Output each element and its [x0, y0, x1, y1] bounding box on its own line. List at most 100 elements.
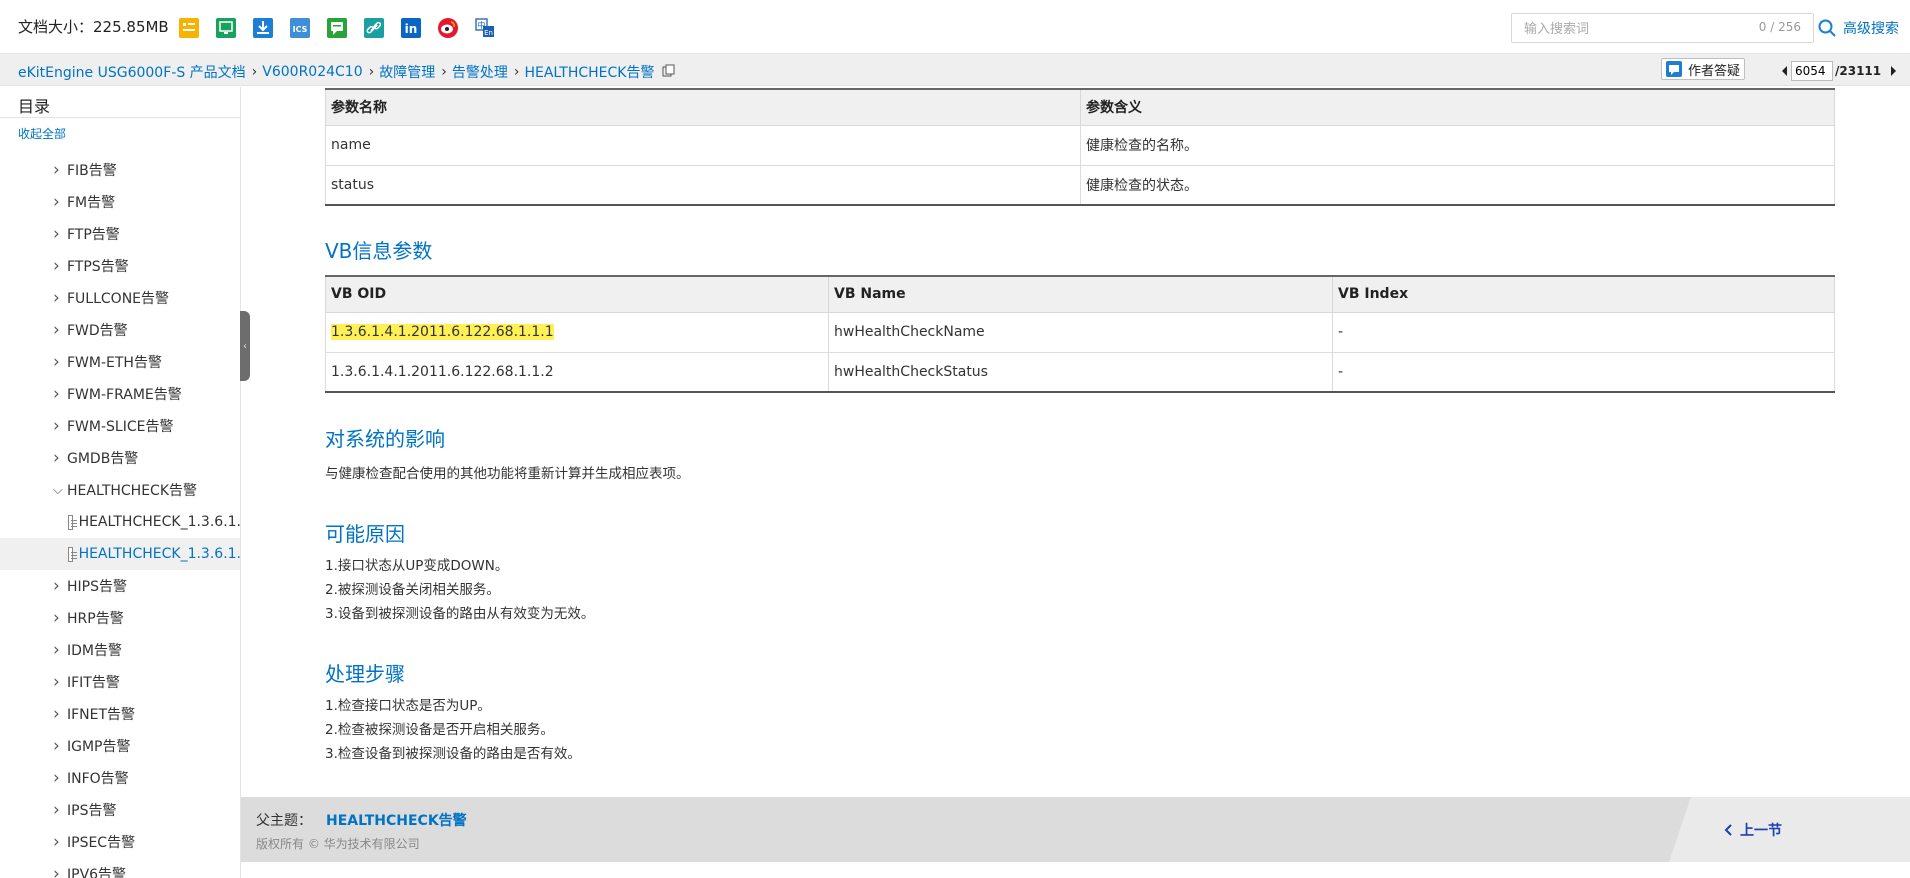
chevron-right-icon[interactable]: ›: [53, 320, 67, 340]
toc-item-label: FULLCONE告警: [67, 291, 170, 307]
toc-item-label: GMDB告警: [67, 451, 139, 467]
toc-item[interactable]: › HRP告警: [0, 602, 240, 634]
table-cell: -: [1332, 351, 1835, 393]
bookmark-icon[interactable]: [177, 16, 201, 40]
toc-item-label: IPSEC告警: [67, 835, 136, 851]
toc-item[interactable]: › FULLCONE告警: [0, 282, 240, 314]
toc-item[interactable]: › IFIT告警: [0, 666, 240, 698]
page-number-input[interactable]: [1791, 61, 1833, 81]
search-count: 0 / 256: [1758, 20, 1801, 34]
chevron-right-icon[interactable]: ›: [53, 288, 67, 308]
toc-item-label: FWM-SLICE告警: [67, 419, 174, 435]
list-item: 1.检查接口状态是否为UP。: [325, 698, 491, 714]
toc-item[interactable]: HEALTHCHECK_1.3.6.1.: [0, 506, 240, 538]
breadcrumb-item[interactable]: V600R024C10: [262, 64, 362, 80]
tool-icons: ICS in 中 En: [177, 16, 497, 40]
toc-item-label: IFIT告警: [67, 675, 120, 691]
advanced-search-link[interactable]: 高级搜索: [1843, 18, 1899, 38]
causes-list: 1.接口状态从UP变成DOWN。 2.被探测设备关闭相关服务。 3.设备到被探测…: [325, 554, 594, 626]
chevron-right-icon[interactable]: ›: [53, 576, 67, 596]
table-header-row: 参数名称 参数含义: [325, 88, 1835, 126]
toc-item[interactable]: › IPV6告警: [0, 858, 240, 878]
breadcrumb-item[interactable]: 告警处理: [452, 62, 508, 82]
toc-item[interactable]: › FWM-FRAME告警: [0, 378, 240, 410]
toc-item[interactable]: HEALTHCHECK_1.3.6.1.: [0, 538, 240, 570]
chevron-right-icon[interactable]: ›: [53, 608, 67, 628]
toc-item[interactable]: › HIPS告警: [0, 570, 240, 602]
pager: /23111: [1782, 61, 1897, 81]
prev-page-arrow[interactable]: [1782, 66, 1787, 76]
breadcrumb-item[interactable]: eKitEngine USG6000F-S 产品文档: [18, 62, 246, 82]
comment-icon[interactable]: [325, 16, 349, 40]
chevron-right-icon[interactable]: ›: [53, 768, 67, 788]
table-header-cell: VB OID: [325, 275, 829, 313]
toc-item[interactable]: › IPSEC告警: [0, 826, 240, 858]
table-cell: hwHealthCheckName: [828, 311, 1333, 353]
breadcrumb-item[interactable]: 故障管理: [379, 62, 435, 82]
chevron-right-icon[interactable]: ›: [53, 352, 67, 372]
table-header-cell: VB Name: [828, 275, 1333, 313]
table-header-cell: 参数含义: [1080, 88, 1835, 126]
chevron-right-icon[interactable]: ›: [53, 256, 67, 276]
weibo-icon[interactable]: [436, 16, 460, 40]
chevron-down-icon[interactable]: ⌵: [53, 483, 67, 498]
chevron-right-icon[interactable]: ›: [53, 224, 67, 244]
chevron-right-icon[interactable]: ›: [53, 416, 67, 436]
toc-item[interactable]: ⌵ HEALTHCHECK告警: [0, 474, 240, 506]
chevron-right-icon[interactable]: ›: [53, 736, 67, 756]
chevron-right-icon[interactable]: ›: [53, 160, 67, 180]
toc-item[interactable]: › IGMP告警: [0, 730, 240, 762]
screen-icon[interactable]: [214, 16, 238, 40]
download-icon[interactable]: [251, 16, 275, 40]
chevron-right-icon[interactable]: ›: [53, 832, 67, 852]
toc-item[interactable]: › FTP告警: [0, 218, 240, 250]
prev-section-link[interactable]: 上一节: [1724, 820, 1782, 840]
doc-size: 文档大小：225.85MB: [18, 18, 169, 36]
prev-section-label: 上一节: [1740, 823, 1782, 839]
author-qa-button[interactable]: 作者答疑: [1661, 58, 1745, 80]
page-total: /23111: [1835, 64, 1882, 78]
document-icon: [68, 546, 77, 562]
toc-item-label: INFO告警: [67, 771, 129, 787]
chevron-right-icon[interactable]: ›: [53, 800, 67, 820]
chevron-right-icon[interactable]: ›: [53, 704, 67, 724]
chevron-right-icon[interactable]: ›: [53, 640, 67, 660]
toc-item[interactable]: › INFO告警: [0, 762, 240, 794]
toc-item[interactable]: › IFNET告警: [0, 698, 240, 730]
ics-icon[interactable]: ICS: [288, 16, 312, 40]
toc-item[interactable]: › GMDB告警: [0, 442, 240, 474]
list-item: 2.检查被探测设备是否开启相关服务。: [325, 722, 554, 738]
chevron-right-icon[interactable]: ›: [53, 672, 67, 692]
copy-icon[interactable]: [662, 64, 675, 81]
breadcrumb-separator: ›: [513, 64, 520, 80]
next-page-arrow[interactable]: [1891, 66, 1897, 76]
toc-item[interactable]: › FIB告警: [0, 154, 240, 186]
collapse-all-link[interactable]: 收起全部: [18, 125, 66, 142]
chevron-right-icon[interactable]: ›: [53, 448, 67, 468]
breadcrumb: eKitEngine USG6000F-S 产品文档 › V600R024C10…: [18, 62, 675, 82]
breadcrumb-separator: ›: [368, 64, 375, 80]
chevron-right-icon[interactable]: ›: [53, 192, 67, 212]
linkedin-icon[interactable]: in: [399, 16, 423, 40]
chevron-right-icon[interactable]: ›: [53, 864, 67, 878]
parent-topic-link[interactable]: HEALTHCHECK告警: [326, 810, 467, 830]
toc-item[interactable]: › FWM-ETH告警: [0, 346, 240, 378]
toc-item[interactable]: › FTPS告警: [0, 250, 240, 282]
table-cell: -: [1332, 311, 1835, 353]
toc-item[interactable]: › FWD告警: [0, 314, 240, 346]
link-icon[interactable]: [362, 16, 386, 40]
toc-item-label: IPS告警: [67, 803, 117, 819]
section-heading-steps: 处理步骤: [325, 662, 405, 686]
toc-item[interactable]: › IPS告警: [0, 794, 240, 826]
translate-icon[interactable]: 中 En: [473, 16, 497, 40]
toc-item[interactable]: › FM告警: [0, 186, 240, 218]
breadcrumb-item[interactable]: HEALTHCHECK告警: [524, 62, 654, 82]
copyright: 版权所有 © 华为技术有限公司: [256, 837, 420, 851]
search-button[interactable]: [1812, 13, 1842, 43]
parent-topic: 父主题： HEALTHCHECK告警: [256, 810, 467, 830]
toc-item[interactable]: › FWM-SLICE告警: [0, 410, 240, 442]
chevron-right-icon[interactable]: ›: [53, 384, 67, 404]
table-row: name 健康检查的名称。: [325, 124, 1835, 166]
search-input[interactable]: [1524, 20, 1744, 38]
toc-item[interactable]: › IDM告警: [0, 634, 240, 666]
